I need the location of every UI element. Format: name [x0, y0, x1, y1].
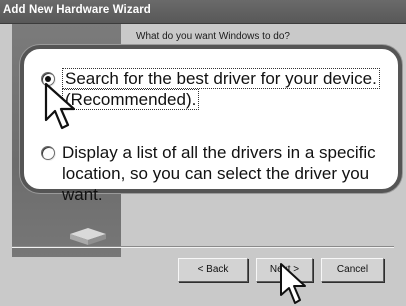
title-bar[interactable]: Add New Hardware Wizard [0, 0, 406, 24]
back-button[interactable]: < Back [178, 258, 248, 282]
wizard-question: What do you want Windows to do? [136, 31, 290, 42]
option-1-line-1: Search for the best driver for your devi… [65, 69, 377, 88]
hardware-graphic-icon [70, 228, 106, 245]
focus-rect: Search for the best driver for your devi… [62, 68, 380, 89]
divider-highlight [12, 247, 394, 248]
display-list-label[interactable]: Display a list of all the drivers in a s… [62, 142, 397, 205]
focus-rect: (Recommended). [62, 89, 200, 110]
display-list-radio[interactable] [41, 146, 55, 160]
wizard-window: Add New Hardware Wizard What do you want… [0, 0, 406, 306]
option-2-line-2: location, so you can select the driver y… [62, 164, 370, 204]
mouse-pointer-icon [280, 263, 306, 304]
search-driver-label[interactable]: Search for the best driver for your devi… [62, 68, 382, 110]
option-2-line-1: Display a list of all the drivers in a s… [62, 143, 376, 162]
window-title: Add New Hardware Wizard [3, 4, 151, 16]
option-1-line-2: (Recommended). [65, 90, 197, 109]
mouse-pointer-icon [44, 82, 76, 130]
cancel-button[interactable]: Cancel [321, 258, 384, 282]
